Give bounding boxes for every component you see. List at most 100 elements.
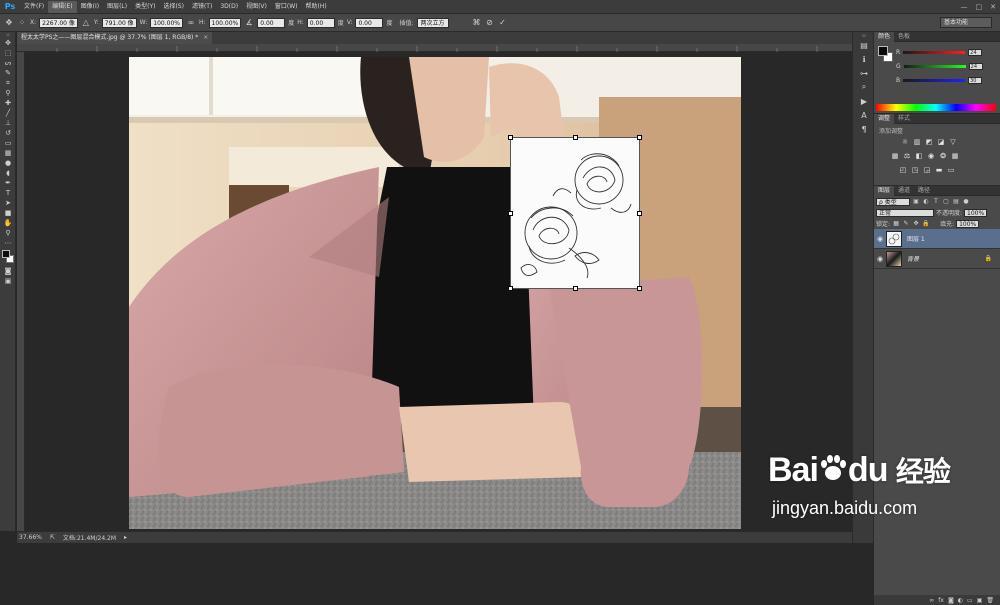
hand-tool-icon[interactable]: ✋ bbox=[0, 218, 16, 228]
filter-type-icon[interactable]: T bbox=[932, 198, 940, 205]
menu-window[interactable]: 窗口(W) bbox=[271, 1, 302, 13]
tab-styles[interactable]: 样式 bbox=[894, 114, 914, 124]
transform-handle-ml[interactable] bbox=[508, 211, 513, 216]
blur-tool-icon[interactable]: ● bbox=[0, 158, 16, 168]
tab-adjustments[interactable]: 调整 bbox=[874, 113, 895, 124]
h-skew-input[interactable]: 0.00 bbox=[306, 17, 335, 28]
lock-all-icon[interactable]: 🔒 bbox=[922, 220, 930, 227]
hue-saturation-icon[interactable]: ▦ bbox=[890, 152, 900, 160]
path-select-tool-icon[interactable]: ➤ bbox=[0, 198, 16, 208]
zoom-tool-icon[interactable]: ⚲ bbox=[0, 228, 16, 238]
quick-select-tool-icon[interactable]: ✎ bbox=[0, 68, 16, 78]
layer-style-icon[interactable]: fx bbox=[938, 597, 944, 604]
cancel-transform-icon[interactable]: ⊘ bbox=[485, 18, 495, 27]
pen-tool-icon[interactable]: ✒ bbox=[0, 178, 16, 188]
photo-filter-icon[interactable]: ◉ bbox=[926, 152, 936, 160]
visibility-eye-icon[interactable]: ◉ bbox=[874, 255, 886, 263]
eraser-tool-icon[interactable]: ▭ bbox=[0, 138, 16, 148]
transform-handle-tl[interactable] bbox=[508, 135, 513, 140]
tab-channels[interactable]: 通道 bbox=[894, 186, 914, 196]
link-layers-icon[interactable]: ∞ bbox=[929, 597, 934, 604]
menu-help[interactable]: 帮助(H) bbox=[302, 1, 331, 13]
color-panel-foreground-swatch[interactable] bbox=[878, 46, 888, 56]
lock-image-icon[interactable]: ✎ bbox=[902, 220, 910, 227]
move-tool-icon[interactable]: ✥ bbox=[0, 38, 16, 48]
filter-adjustment-icon[interactable]: ◐ bbox=[922, 198, 930, 205]
minimize-button[interactable]: — bbox=[961, 3, 968, 11]
height-input[interactable]: 100.00% bbox=[208, 17, 242, 28]
more-tools-icon[interactable]: ⋯ bbox=[0, 238, 16, 248]
y-input[interactable]: 791.00 像 bbox=[101, 17, 137, 28]
menu-3d[interactable]: 3D(D) bbox=[216, 1, 242, 13]
paragraph-panel-icon[interactable]: ¶ bbox=[853, 122, 875, 136]
quick-mask-icon[interactable]: ◙ bbox=[0, 266, 16, 276]
exposure-icon[interactable]: ◪ bbox=[936, 138, 946, 146]
blue-value[interactable]: 30 bbox=[968, 76, 983, 84]
new-layer-icon[interactable]: ▣ bbox=[977, 597, 983, 604]
layer-name-background[interactable]: 背景 bbox=[907, 254, 919, 263]
color-spectrum[interactable] bbox=[876, 104, 996, 111]
healing-brush-tool-icon[interactable]: ✚ bbox=[0, 98, 16, 108]
menu-edit[interactable]: 编辑(E) bbox=[48, 0, 77, 13]
add-mask-icon[interactable]: ◙ bbox=[948, 597, 954, 604]
color-swatches[interactable] bbox=[0, 248, 16, 266]
fill-input[interactable]: 100% bbox=[956, 219, 980, 228]
brightness-icon[interactable]: ☼ bbox=[900, 138, 910, 146]
blend-mode-select[interactable]: 正常 bbox=[876, 208, 934, 217]
history-brush-tool-icon[interactable]: ↺ bbox=[0, 128, 16, 138]
green-slider[interactable] bbox=[903, 64, 966, 68]
history-panel-icon[interactable]: ▤ bbox=[853, 38, 875, 52]
tab-paths[interactable]: 路径 bbox=[914, 186, 934, 196]
actions-panel-icon[interactable]: ▶ bbox=[853, 94, 875, 108]
reference-point-icon[interactable]: ⁘ bbox=[17, 18, 27, 27]
filter-smart-icon[interactable]: ▤ bbox=[952, 198, 960, 205]
document-tab[interactable]: 程太太学PS之——图层混合模式.jpg @ 37.7% (图层 1, RGB/8… bbox=[17, 32, 212, 44]
color-lookup-icon[interactable]: ▦ bbox=[950, 152, 960, 160]
lock-position-icon[interactable]: ✥ bbox=[912, 220, 920, 227]
document-size[interactable]: 文档:21.4M/24.2M bbox=[63, 533, 116, 542]
layer-kind-filter[interactable]: ρ 类型 bbox=[876, 197, 910, 206]
properties-panel-icon[interactable]: ℹ bbox=[853, 52, 875, 66]
move-tool-preset-icon[interactable]: ✥ bbox=[4, 18, 14, 27]
gradient-map-icon[interactable]: ▬ bbox=[934, 166, 944, 174]
screen-mode-icon[interactable]: ▣ bbox=[0, 276, 16, 286]
dodge-tool-icon[interactable]: ◖ bbox=[0, 168, 16, 178]
filter-pixel-icon[interactable]: ▣ bbox=[912, 198, 920, 205]
menu-type[interactable]: 类型(Y) bbox=[131, 1, 159, 13]
gradient-tool-icon[interactable]: ▦ bbox=[0, 148, 16, 158]
black-white-icon[interactable]: ◧ bbox=[914, 152, 924, 160]
delete-layer-icon[interactable]: 🗑 bbox=[986, 597, 994, 604]
export-icon[interactable]: ⇱ bbox=[50, 534, 55, 541]
layer-row-background[interactable]: ◉ 背景 🔒 bbox=[874, 249, 1000, 269]
width-input[interactable]: 100.00% bbox=[150, 17, 183, 28]
posterize-icon[interactable]: ◳ bbox=[910, 166, 920, 174]
menu-layer[interactable]: 图层(L) bbox=[103, 1, 131, 13]
visibility-eye-icon[interactable]: ◉ bbox=[874, 235, 886, 243]
lasso-tool-icon[interactable]: ᔕ bbox=[0, 58, 16, 68]
new-adjustment-icon[interactable]: ◐ bbox=[958, 597, 963, 604]
blue-slider[interactable] bbox=[903, 78, 966, 82]
character-panel-icon[interactable]: A bbox=[853, 108, 875, 122]
maximize-button[interactable]: □ bbox=[976, 3, 983, 11]
transform-handle-tr[interactable] bbox=[637, 135, 642, 140]
channel-mixer-icon[interactable]: ❂ bbox=[938, 152, 948, 160]
status-menu-arrow-icon[interactable]: ▸ bbox=[124, 534, 127, 541]
brush-panel-icon[interactable]: ⊶ bbox=[853, 66, 875, 80]
transform-handle-br[interactable] bbox=[637, 286, 642, 291]
clone-stamp-tool-icon[interactable]: ⊥ bbox=[0, 118, 16, 128]
close-tab-icon[interactable]: × bbox=[203, 34, 208, 41]
foreground-color-swatch[interactable] bbox=[2, 250, 10, 258]
selective-color-icon[interactable]: ▭ bbox=[946, 166, 956, 174]
brush-presets-icon[interactable]: ⌕ bbox=[853, 80, 875, 94]
angle-input[interactable]: 0.00 bbox=[257, 17, 286, 28]
tab-swatches[interactable]: 色板 bbox=[894, 32, 914, 42]
tab-color[interactable]: 颜色 bbox=[874, 31, 895, 42]
curves-icon[interactable]: ◩ bbox=[924, 138, 934, 146]
vertical-ruler[interactable] bbox=[17, 52, 25, 531]
new-group-icon[interactable]: ▭ bbox=[967, 597, 973, 604]
red-slider[interactable] bbox=[903, 50, 966, 54]
opacity-input[interactable]: 100% bbox=[964, 208, 988, 217]
horizontal-ruler[interactable] bbox=[17, 44, 852, 52]
menu-image[interactable]: 图像(I) bbox=[77, 1, 103, 13]
workspace-select[interactable]: 基本功能 bbox=[940, 17, 992, 28]
